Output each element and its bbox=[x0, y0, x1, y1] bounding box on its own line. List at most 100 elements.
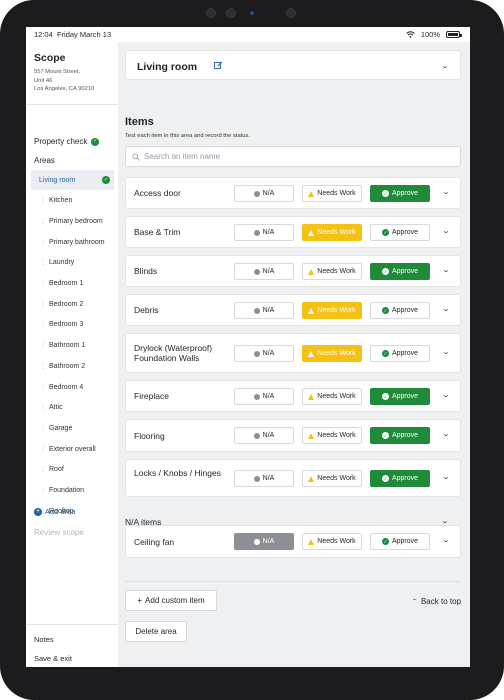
needs-work-button[interactable]: Needs Work bbox=[302, 345, 362, 362]
needs-work-button[interactable]: Needs Work bbox=[302, 302, 362, 319]
sidebar-item-area[interactable]: ⋮ Primary bedroom bbox=[34, 211, 114, 231]
approve-button[interactable]: ✓ Approve bbox=[370, 388, 430, 405]
drag-handle-icon[interactable]: ⋮ bbox=[40, 321, 46, 328]
drag-handle-icon[interactable]: ⋮ bbox=[40, 404, 46, 411]
drag-handle-icon[interactable]: ⋮ bbox=[40, 466, 46, 473]
approve-button[interactable]: ✓ Approve bbox=[370, 224, 430, 241]
approve-label: Approve bbox=[391, 475, 419, 482]
check-circle-icon: ✓ bbox=[381, 307, 389, 314]
sidebar-item-area[interactable]: ⋮ Primary bathroom bbox=[34, 232, 114, 252]
minus-circle-icon bbox=[253, 538, 260, 545]
chevron-down-icon[interactable]: ⌄ bbox=[442, 266, 450, 274]
na-button[interactable]: N/A bbox=[234, 302, 294, 319]
drag-handle-icon[interactable]: ⋮ bbox=[40, 218, 46, 225]
sidebar-item-area[interactable]: ⋮ Bedroom 4 bbox=[34, 377, 114, 397]
sidebar-item-area[interactable]: Living room ✓ bbox=[31, 170, 114, 190]
drag-handle-icon[interactable]: ⋮ bbox=[40, 280, 46, 287]
needs-work-button[interactable]: Needs Work bbox=[302, 224, 362, 241]
chevron-down-icon[interactable]: ⌄ bbox=[442, 430, 450, 438]
item-row: Fireplace N/A Needs Work ✓ Approve ⌄ bbox=[125, 380, 461, 412]
chevron-down-icon[interactable]: ⌄ bbox=[441, 62, 449, 70]
item-row: Debris N/A Needs Work ✓ Approve ⌄ bbox=[125, 294, 461, 326]
edit-icon[interactable] bbox=[214, 61, 223, 70]
item-name: Base & Trim bbox=[134, 227, 181, 237]
needs-work-button[interactable]: Needs Work bbox=[302, 470, 362, 487]
chevron-down-icon[interactable]: ⌄ bbox=[442, 188, 450, 196]
sidebar-item-area[interactable]: ⋮ Foundation bbox=[34, 481, 114, 501]
sidebar-item-area[interactable]: ⋮ Exterior overall bbox=[34, 439, 114, 459]
na-button[interactable]: N/A bbox=[234, 224, 294, 241]
needs-work-button[interactable]: Needs Work bbox=[302, 427, 362, 444]
approve-button[interactable]: ✓ Approve bbox=[370, 345, 430, 362]
drag-handle-icon[interactable]: ⋮ bbox=[40, 487, 46, 494]
na-button[interactable]: N/A bbox=[234, 185, 294, 202]
drag-handle-icon[interactable]: ⋮ bbox=[40, 342, 46, 349]
camera-sensor bbox=[250, 11, 254, 15]
na-button[interactable]: N/A bbox=[234, 263, 294, 280]
approve-button[interactable]: ✓ Approve bbox=[370, 533, 430, 550]
approve-button[interactable]: ✓ Approve bbox=[370, 263, 430, 280]
review-scope-button[interactable]: Review scope bbox=[34, 528, 84, 537]
needs-work-button[interactable]: Needs Work bbox=[302, 185, 362, 202]
needs-work-label: Needs Work bbox=[317, 350, 356, 357]
chevron-down-icon[interactable]: ⌄ bbox=[442, 348, 450, 356]
sidebar-item-area[interactable]: ⋮ Bathroom 1 bbox=[34, 336, 114, 356]
chevron-down-icon[interactable]: ⌄ bbox=[442, 305, 450, 313]
drag-handle-icon[interactable]: ⋮ bbox=[40, 197, 46, 204]
search-icon bbox=[132, 152, 140, 161]
sidebar-item-area[interactable]: ⋮ Roof bbox=[34, 460, 114, 480]
chevron-down-icon[interactable]: ⌄ bbox=[442, 391, 450, 399]
add-custom-item-button[interactable]: + Add custom item bbox=[125, 590, 217, 611]
na-button[interactable]: N/A bbox=[234, 427, 294, 444]
sidebar-item-area[interactable]: ⋮ Bathroom 2 bbox=[34, 356, 114, 376]
sidebar-item-area[interactable]: ⋮ Attic bbox=[34, 398, 114, 418]
chevron-down-icon[interactable]: ⌄ bbox=[442, 536, 450, 544]
approve-button[interactable]: ✓ Approve bbox=[370, 185, 430, 202]
area-header-card[interactable]: Living room ⌄ bbox=[125, 50, 461, 80]
back-to-top-link[interactable]: ⌃ Back to top bbox=[412, 597, 461, 606]
approve-label: Approve bbox=[391, 393, 419, 400]
warning-icon bbox=[308, 229, 315, 236]
sidebar-item-area[interactable]: ⋮ Bedroom 2 bbox=[34, 294, 114, 314]
delete-area-button[interactable]: Delete area bbox=[125, 621, 187, 642]
save-exit-button[interactable]: Save & exit bbox=[34, 654, 72, 663]
sidebar-item-label: Laundry bbox=[49, 259, 75, 267]
search-input[interactable]: Search an item name bbox=[125, 146, 461, 167]
approve-button[interactable]: ✓ Approve bbox=[370, 302, 430, 319]
needs-work-button[interactable]: Needs Work bbox=[302, 263, 362, 280]
na-button[interactable]: N/A bbox=[234, 533, 294, 550]
item-name: Debris bbox=[134, 305, 159, 315]
drag-handle-icon[interactable]: ⋮ bbox=[40, 259, 46, 266]
sidebar-item-area[interactable]: ⋮ Garage bbox=[34, 418, 114, 438]
needs-work-button[interactable]: Needs Work bbox=[302, 388, 362, 405]
scope-title: Scope bbox=[34, 52, 66, 64]
na-label: N/A bbox=[262, 229, 275, 236]
needs-work-button[interactable]: Needs Work bbox=[302, 533, 362, 550]
sidebar-item-label: Bedroom 4 bbox=[49, 383, 84, 391]
approve-button[interactable]: ✓ Approve bbox=[370, 470, 430, 487]
drag-handle-icon[interactable]: ⋮ bbox=[40, 446, 46, 453]
item-row: Drylock (Waterproof) Foundation Walls N/A… bbox=[125, 333, 461, 373]
sidebar-item-area[interactable]: ⋮ Laundry bbox=[34, 253, 114, 273]
drag-handle-icon[interactable]: ⋮ bbox=[40, 239, 46, 246]
add-area-button[interactable]: + Add area bbox=[34, 507, 75, 516]
na-label: N/A bbox=[262, 393, 275, 400]
drag-handle-icon[interactable]: ⋮ bbox=[40, 301, 46, 308]
sidebar-item-area[interactable]: ⋮ Kitchen bbox=[34, 191, 114, 211]
drag-handle-icon[interactable]: ⋮ bbox=[40, 363, 46, 370]
notes-button[interactable]: Notes bbox=[34, 635, 54, 644]
chevron-down-icon[interactable]: ⌄ bbox=[442, 473, 450, 481]
drag-handle-icon[interactable]: ⋮ bbox=[40, 384, 46, 391]
sidebar-item-area[interactable]: ⋮ Bedroom 3 bbox=[34, 315, 114, 335]
na-button[interactable]: N/A bbox=[234, 345, 294, 362]
areas-label: Areas bbox=[34, 156, 55, 165]
chevron-down-icon[interactable]: ⌄ bbox=[441, 517, 449, 525]
sidebar-item-area[interactable]: ⋮ Bedroom 1 bbox=[34, 274, 114, 294]
approve-button[interactable]: ✓ Approve bbox=[370, 427, 430, 444]
chevron-down-icon[interactable]: ⌄ bbox=[442, 227, 450, 235]
drag-handle-icon[interactable]: ⋮ bbox=[40, 425, 46, 432]
na-button[interactable]: N/A bbox=[234, 470, 294, 487]
sidebar-item-property-check[interactable]: Property check ✓ bbox=[34, 137, 100, 146]
na-button[interactable]: N/A bbox=[234, 388, 294, 405]
na-label: N/A bbox=[262, 307, 275, 314]
